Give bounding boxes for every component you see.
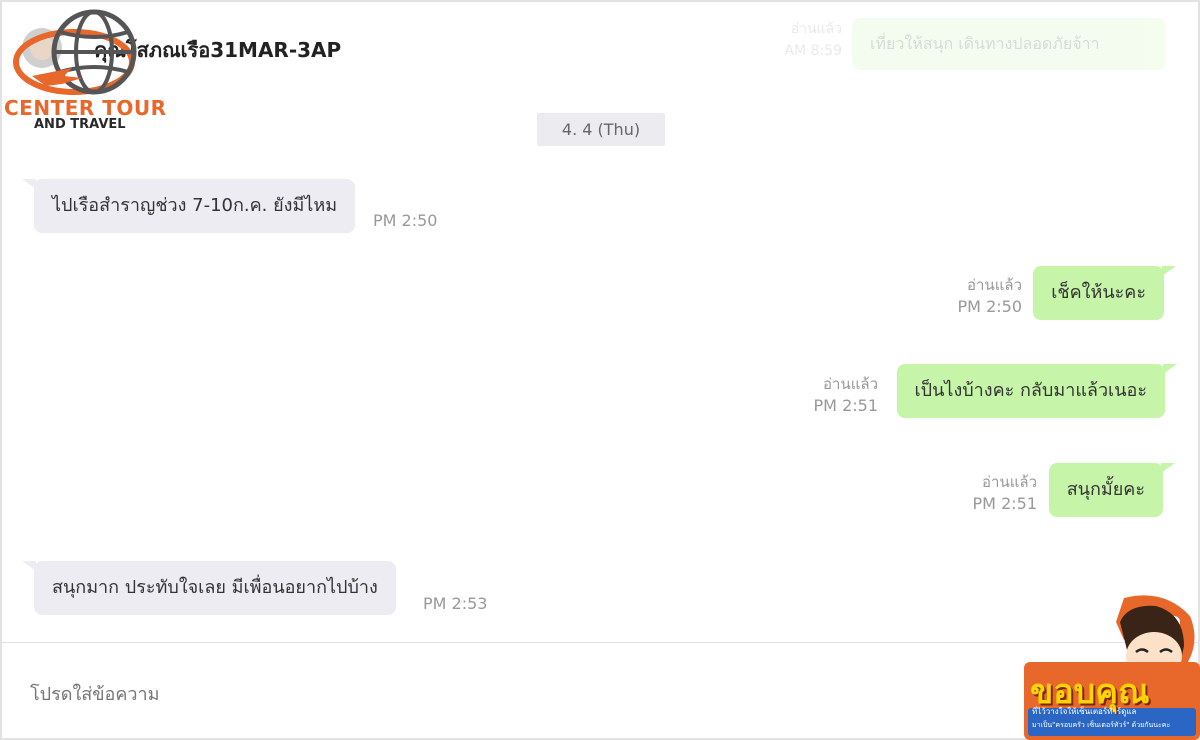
- company-logo: CENTER TOUR AND TRAVEL: [2, 6, 172, 132]
- outgoing-message-bubble[interactable]: สนุกมั้ยคะ: [1048, 463, 1176, 517]
- sticker-subtext-1: ที่ไว้วางใจให้เซ็นเตอร์ทัวร์ดูแล: [1032, 707, 1137, 716]
- sticker-subtext-2: มาเป็น"ครอบครัว เซ็นเตอร์ทัวร์" ด้วยกันน…: [1032, 721, 1171, 729]
- message-time: PM 2:53: [423, 594, 488, 613]
- incoming-message-bubble[interactable]: สนุกมาก ประทับใจเลย มีเพื่อนอยากไปบ้าง: [22, 561, 396, 615]
- message-read-status: อ่านแล้ว PM 2:50: [957, 276, 1022, 316]
- outgoing-message-bubble[interactable]: เป็นไงบ้างคะ กลับมาแล้วเนอะ: [896, 364, 1178, 418]
- chat-window: คุณโสภณเรือ31MAR-3AP อ่านแล้ว AM 8:59 เท…: [0, 0, 1200, 740]
- message-time: PM 2:50: [373, 211, 438, 230]
- message-input[interactable]: [30, 678, 930, 710]
- message-read-status: อ่านแล้ว PM 2:51: [813, 375, 878, 415]
- input-divider: [2, 642, 1198, 643]
- thank-you-sticker: ขอบคุณ ที่ไว้วางใจให้เซ็นเตอร์ทัวร์ดูแล …: [1024, 592, 1200, 740]
- incoming-message-bubble[interactable]: ไปเรือสำราญช่วง 7-10ก.ค. ยังมีไหม: [21, 179, 356, 233]
- logo-text-and-travel: AND TRAVEL: [34, 117, 126, 132]
- date-separator: 4. 4 (Thu): [537, 113, 665, 146]
- outgoing-message-bubble[interactable]: เช็คให้นะคะ: [1033, 266, 1176, 320]
- previous-message: อ่านแล้ว AM 8:59 เที่ยวให้สนุก เดินทางปล…: [772, 18, 1172, 74]
- previous-message-bubble[interactable]: เที่ยวให้สนุก เดินทางปลอดภัยจ้าา: [852, 18, 1166, 70]
- chat-header: คุณโสภณเรือ31MAR-3AP อ่านแล้ว AM 8:59 เท…: [2, 2, 1198, 132]
- previous-message-meta: อ่านแล้ว AM 8:59: [784, 21, 842, 59]
- message-read-status: อ่านแล้ว PM 2:51: [972, 473, 1037, 513]
- globe-icon: [13, 9, 137, 95]
